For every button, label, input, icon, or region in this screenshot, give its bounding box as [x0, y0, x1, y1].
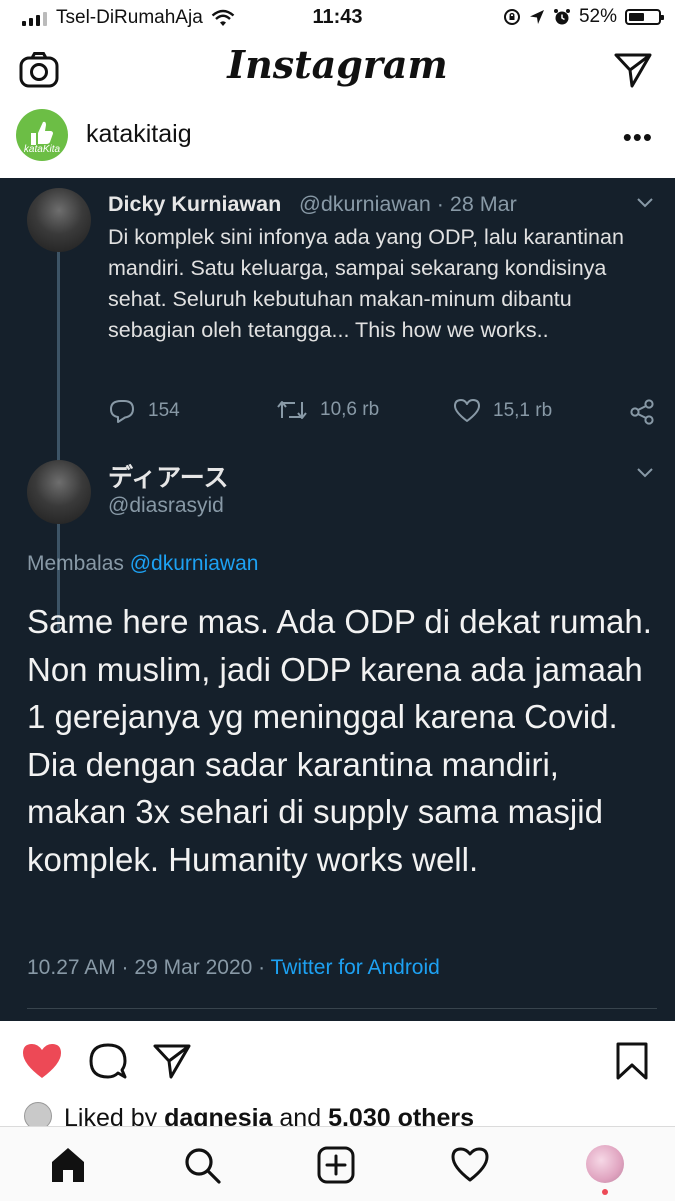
tweet2-avatar [27, 460, 91, 524]
status-right: 52% [503, 6, 664, 28]
activity-heart-icon[interactable] [450, 1145, 490, 1185]
like-filled-icon[interactable] [20, 1041, 64, 1081]
app-header: Instagram [0, 36, 675, 105]
reply-count: 154 [148, 400, 180, 421]
heart-outline-icon [454, 399, 480, 422]
tweet2-handle: @diasrasyid [108, 494, 224, 517]
retweet-icon [277, 401, 307, 419]
retweet-action: 10,6 rb [276, 398, 379, 422]
post-actions [0, 1021, 675, 1101]
avatar-label: kataKita [23, 144, 61, 155]
tweet1-handle: @dkurniawan · 28 Mar [299, 192, 517, 216]
author-avatar[interactable]: kataKita [16, 109, 68, 161]
tweet1-text: Di komplek sini infonya ada yang ODP, la… [108, 225, 624, 342]
battery-icon [625, 9, 664, 25]
share-icon [630, 399, 654, 425]
search-icon[interactable] [182, 1145, 222, 1185]
tweet1-name: Dicky Kurniawan [108, 192, 282, 216]
tweet2-text: Same here mas. Ada ODP di dekat rumah. N… [27, 603, 652, 878]
replying-prefix: Membalas [27, 552, 124, 575]
tweet2-name: ディアース [108, 464, 229, 492]
chevron-down-icon [637, 198, 653, 208]
new-post-icon[interactable] [316, 1145, 356, 1185]
like-count: 15,1 rb [493, 399, 553, 421]
share-action [628, 398, 656, 426]
post-image[interactable]: Dicky Kurniawan @dkurniawan · 28 Mar Di … [0, 178, 675, 1021]
more-icon[interactable]: ••• [623, 122, 653, 153]
profile-avatar[interactable] [586, 1145, 624, 1183]
like-action: 15,1 rb [453, 398, 552, 423]
comment-icon[interactable] [88, 1041, 128, 1081]
reply-action: 154 [108, 398, 180, 424]
reply-icon [110, 400, 134, 423]
alarm-icon [553, 9, 570, 25]
tweet1-actions: 154 10,6 rb 15,1 rb [108, 398, 658, 426]
tweet2-timestamp: 10.27 AM · 29 Mar 2020 · [27, 956, 271, 979]
instagram-logo: Instagram [227, 42, 448, 87]
bottom-nav [0, 1126, 675, 1201]
home-icon[interactable] [48, 1145, 88, 1185]
share-post-icon[interactable] [152, 1041, 192, 1081]
status-bar: Tsel-DiRumahAja 11:43 52% [0, 0, 675, 36]
bookmark-icon[interactable] [614, 1041, 650, 1081]
direct-send-icon[interactable] [613, 50, 653, 90]
battery-percent: 52% [578, 6, 617, 27]
orientation-lock-icon [503, 9, 520, 25]
tweet2-meta: 10.27 AM · 29 Mar 2020 · Twitter for And… [27, 956, 440, 980]
tweet-divider [27, 1008, 657, 1009]
chevron-down-icon [637, 468, 653, 478]
post-header: kataKita katakitaig ••• [0, 104, 675, 178]
tweet2-source: Twitter for Android [270, 956, 440, 979]
replying-to: Membalas @dkurniawan [27, 552, 258, 576]
post-author-username[interactable]: katakitaig [86, 120, 192, 149]
replying-mention: @dkurniawan [129, 552, 259, 575]
notification-dot [602, 1189, 608, 1195]
location-icon [529, 10, 544, 24]
tweet1-avatar [27, 188, 91, 252]
retweet-count: 10,6 rb [320, 399, 380, 420]
